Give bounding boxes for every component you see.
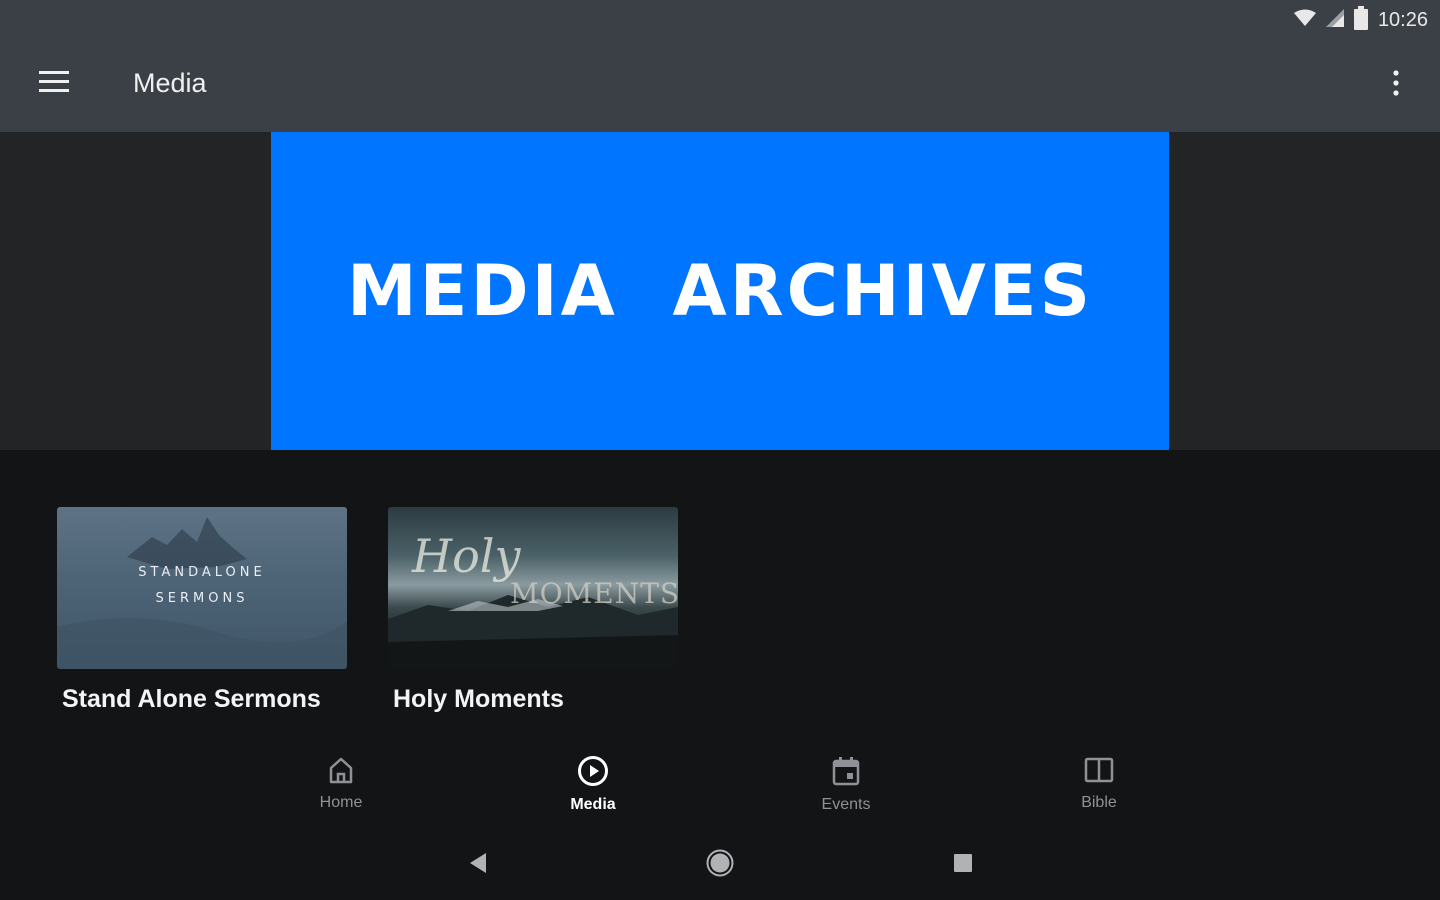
series-title: Holy Moments bbox=[393, 685, 564, 713]
nav-item-bible[interactable]: Bible bbox=[1039, 755, 1159, 827]
thumbnail-script-title: Holy bbox=[412, 529, 521, 583]
series-thumbnail: STANDALONE SERMONS bbox=[57, 507, 347, 669]
nav-item-home[interactable]: Home bbox=[281, 755, 401, 827]
book-icon bbox=[1083, 755, 1115, 790]
series-title: Stand Alone Sermons bbox=[62, 685, 321, 713]
thumbnail-caption-line-2: SERMONS bbox=[155, 591, 249, 606]
overflow-menu-button[interactable] bbox=[1380, 64, 1412, 106]
page-title: Media bbox=[133, 68, 207, 98]
mountain-silhouette-image bbox=[57, 517, 347, 669]
status-time: 10:26 bbox=[1377, 8, 1428, 31]
signal-icon bbox=[1325, 8, 1344, 32]
nav-label-bible: Bible bbox=[1081, 794, 1117, 811]
status-bar: 10:26 bbox=[0, 0, 1440, 40]
calendar-icon bbox=[831, 755, 861, 792]
recents-icon bbox=[953, 853, 973, 878]
hero-banner: MEDIA ARCHIVES bbox=[271, 132, 1169, 450]
wifi-icon bbox=[1293, 9, 1316, 32]
app-bar: Media bbox=[0, 40, 1440, 132]
system-back-button[interactable] bbox=[458, 851, 498, 879]
hamburger-menu-icon bbox=[39, 70, 69, 98]
menu-button[interactable] bbox=[30, 64, 78, 104]
system-navigation-bar bbox=[0, 827, 1440, 900]
system-recents-button[interactable] bbox=[943, 851, 983, 879]
nav-label-home: Home bbox=[319, 794, 363, 811]
series-thumbnail: Holy MOMENTS bbox=[388, 507, 678, 669]
nav-item-media[interactable]: Media bbox=[533, 755, 653, 827]
thumbnail-caption-line-1: STANDALONE bbox=[138, 565, 266, 580]
battery-icon bbox=[1353, 5, 1368, 35]
system-home-button[interactable] bbox=[700, 849, 740, 882]
play-circle-icon bbox=[577, 755, 609, 792]
hero-title: MEDIA ARCHIVES bbox=[346, 250, 1094, 332]
back-icon bbox=[468, 852, 488, 879]
more-vert-icon bbox=[1393, 69, 1399, 101]
bottom-navigation: Home Media Events Bible bbox=[0, 745, 1440, 827]
nav-label-media: Media bbox=[570, 796, 616, 813]
nav-label-events: Events bbox=[821, 796, 871, 813]
thumbnail-subtitle: MOMENTS bbox=[510, 577, 678, 610]
home-circle-icon bbox=[706, 849, 734, 882]
home-icon bbox=[327, 755, 355, 790]
status-icons: 10:26 bbox=[1293, 5, 1428, 35]
nav-item-events[interactable]: Events bbox=[786, 755, 906, 827]
series-card-holy-moments[interactable]: Holy MOMENTS Holy Moments bbox=[388, 507, 678, 714]
series-card-stand-alone-sermons[interactable]: STANDALONE SERMONS Stand Alone Sermons bbox=[57, 507, 347, 714]
